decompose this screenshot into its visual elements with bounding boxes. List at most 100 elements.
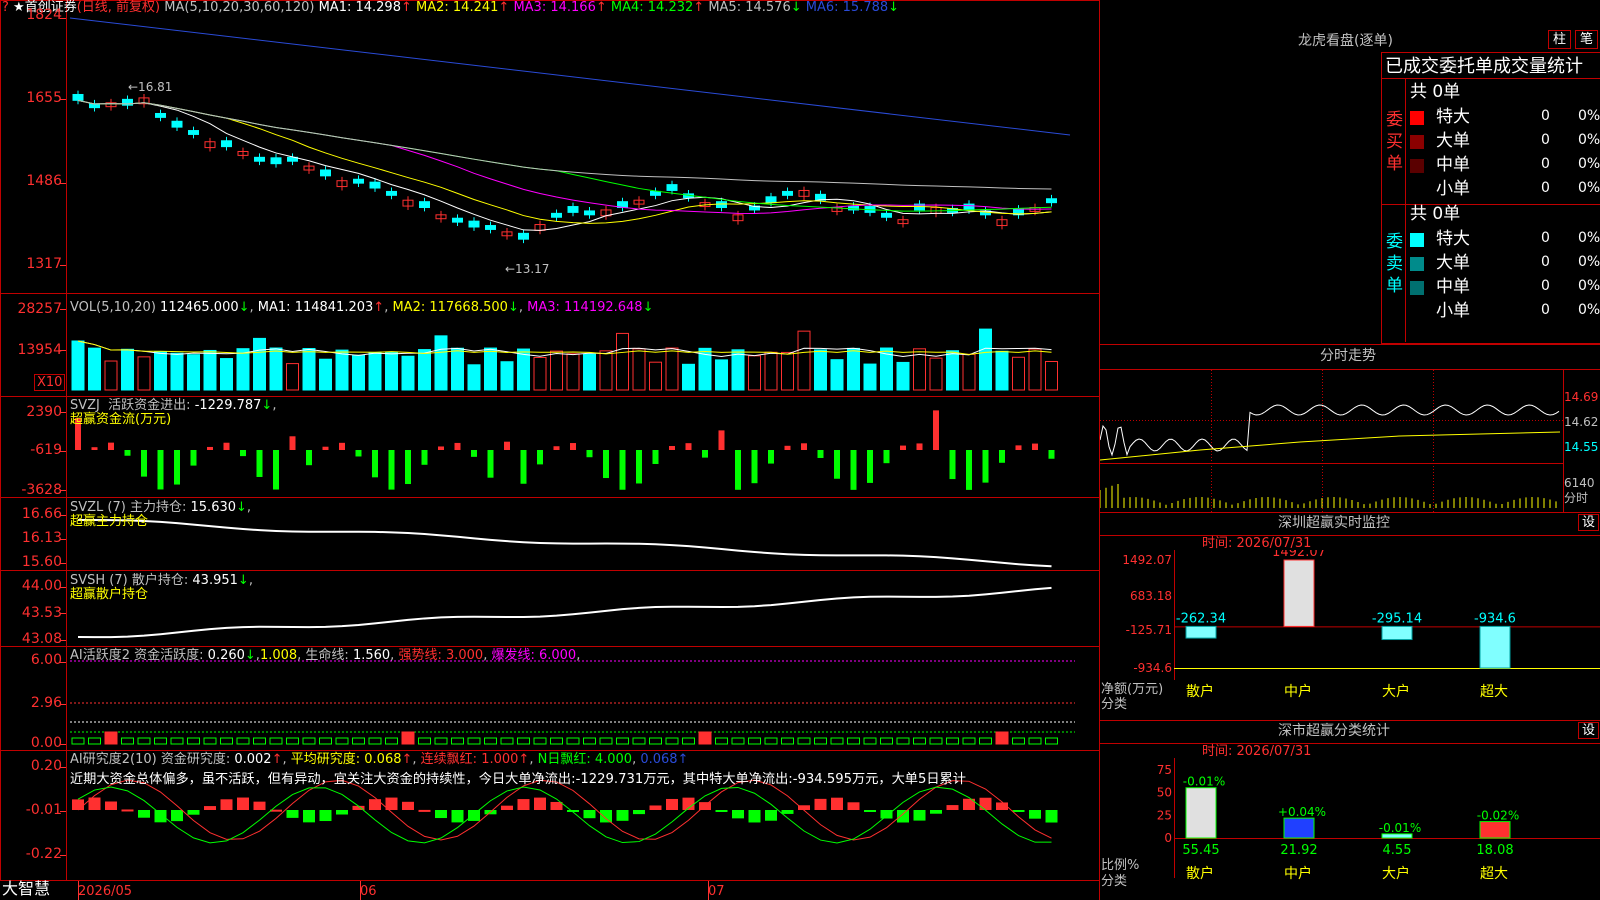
ai2-bar bbox=[715, 810, 728, 812]
vol-bar bbox=[764, 351, 778, 391]
ai1-bar bbox=[946, 737, 959, 745]
row-name: 特大 bbox=[1436, 107, 1470, 127]
ai1-v3: 1.560 bbox=[352, 648, 391, 663]
sep: , bbox=[249, 300, 258, 315]
svzj-bar bbox=[669, 446, 675, 450]
vol-ma-arrow: ↓ bbox=[507, 300, 519, 315]
ai1-arrow: ↓ bbox=[244, 648, 256, 663]
ai1-bar bbox=[863, 737, 877, 745]
ai1-bar bbox=[896, 737, 910, 745]
column-view-button[interactable]: 柱 bbox=[1548, 30, 1572, 49]
stats-bar bbox=[1185, 787, 1217, 839]
ai1-title: AI活跃度2 bbox=[70, 648, 130, 663]
svzl-label: 主力持仓: bbox=[129, 500, 187, 515]
ai2-bar bbox=[880, 810, 893, 819]
ma-value: 14.166 bbox=[546, 0, 596, 15]
price-tick: 1486 bbox=[26, 173, 62, 189]
ai1-bar bbox=[682, 737, 695, 745]
candle-down bbox=[485, 225, 496, 230]
candle-down bbox=[452, 217, 463, 223]
row-count: 0 bbox=[1541, 156, 1550, 172]
intraday-avg-line bbox=[1100, 431, 1561, 461]
vol-bar bbox=[715, 359, 728, 391]
row-count: 0 bbox=[1541, 132, 1550, 148]
vol-bar bbox=[220, 358, 233, 391]
vol-bar bbox=[995, 350, 1009, 391]
ai1-bar bbox=[368, 737, 382, 745]
ai1-bar bbox=[500, 737, 514, 745]
svzj-bar bbox=[537, 450, 543, 465]
candle-down bbox=[254, 156, 265, 162]
vol-bar bbox=[632, 348, 646, 391]
ai1-bar bbox=[616, 737, 629, 745]
ai1-bar bbox=[104, 731, 118, 745]
ai1-header: AI活跃度2 资金活跃度: 0.260↓,1.008, 生命线: 1.560, … bbox=[70, 648, 581, 663]
ma-arrow: ↓ bbox=[790, 0, 802, 15]
monitor-chart[interactable]: 1492.07 683.18 -125.71 -934.6 -262.34 散户 1492.… bbox=[1100, 550, 1600, 720]
vol-bar bbox=[1012, 356, 1025, 391]
monitor-value-label: -262.34 bbox=[1176, 611, 1226, 626]
date-label-1: 2026/05 bbox=[78, 884, 133, 899]
svzj-bar bbox=[916, 443, 923, 450]
ma-label: MA6: bbox=[801, 0, 839, 15]
candle-down bbox=[221, 140, 232, 148]
ai2-bar bbox=[204, 806, 216, 810]
ai1-bar bbox=[154, 737, 167, 745]
tick-view-button[interactable]: 笔 bbox=[1575, 30, 1599, 49]
svzj-bar bbox=[141, 450, 147, 477]
ai1-bar bbox=[929, 737, 943, 745]
vol-bar bbox=[253, 337, 266, 391]
ai2-bar bbox=[435, 810, 447, 819]
svzl-tick: 15.60 bbox=[21, 554, 62, 570]
ai2-bar bbox=[253, 801, 266, 810]
svzj-bar bbox=[223, 442, 230, 450]
ma-arrow: ↑ bbox=[595, 0, 607, 15]
row-name: 大单 bbox=[1436, 131, 1470, 151]
ai2-bar bbox=[418, 809, 431, 812]
stats-category-label: 大户 bbox=[1382, 865, 1410, 882]
stats-chart[interactable]: 75 50 25 0 -0.01% 55.45 散户 +0.04% 21.92 中户 -0.01% 4… bbox=[1100, 758, 1600, 900]
vol-ma-line bbox=[77, 340, 1052, 358]
vol-bar bbox=[236, 348, 250, 391]
svsh-sub: 超赢散户持仓 bbox=[70, 587, 149, 602]
legend-swatch bbox=[1410, 135, 1424, 149]
row-pct: 0% bbox=[1578, 108, 1600, 124]
ai1-v4: 3.000 bbox=[445, 648, 484, 663]
ai1-v2: 1.008 bbox=[259, 648, 298, 663]
svzj-bar bbox=[735, 450, 741, 490]
row-name: 大单 bbox=[1436, 253, 1470, 273]
legend-swatch bbox=[1410, 281, 1424, 295]
ai2-bar bbox=[105, 801, 117, 810]
candle-down bbox=[353, 178, 364, 184]
ai1-bar bbox=[715, 737, 728, 745]
monitor-title: 深圳超赢实时监控 bbox=[1278, 515, 1390, 531]
ai2-bar bbox=[220, 799, 233, 810]
ai1-bar bbox=[451, 737, 464, 745]
ai2-bar bbox=[979, 797, 992, 810]
svzj-bar bbox=[108, 442, 114, 450]
ai1-bar bbox=[847, 737, 860, 745]
candle-down bbox=[666, 184, 678, 191]
svsh-line bbox=[77, 586, 1052, 639]
stats-settings-button[interactable]: 设 bbox=[1578, 722, 1600, 739]
row-count: 0 bbox=[1541, 108, 1550, 124]
vol-bar bbox=[682, 363, 695, 391]
ai1-bar bbox=[71, 737, 85, 745]
ai2-bar bbox=[847, 802, 860, 810]
ai1-bar bbox=[599, 737, 613, 745]
row-count: 0 bbox=[1541, 278, 1550, 294]
ai1-bar bbox=[187, 737, 200, 745]
ai2-bar bbox=[1029, 810, 1041, 819]
ai1-bar bbox=[203, 737, 217, 745]
ai1-bar bbox=[220, 737, 233, 745]
svzj-bar bbox=[982, 450, 989, 483]
buy-side-label: 买 bbox=[1386, 132, 1403, 152]
ai2-bar bbox=[1012, 810, 1025, 812]
intraday-chart[interactable] bbox=[1100, 370, 1600, 512]
monitor-settings-button[interactable]: 设 bbox=[1578, 514, 1600, 531]
period-label[interactable]: (日线, 前复权) bbox=[77, 0, 160, 15]
ai2-header: AI研究度2(10) 资金研究度: 0.002↑, 平均研究度: 0.068↑,… bbox=[70, 752, 689, 767]
monitor-value-label: -295.14 bbox=[1372, 611, 1422, 626]
vol-bar bbox=[583, 353, 596, 391]
sep: , bbox=[518, 300, 528, 315]
